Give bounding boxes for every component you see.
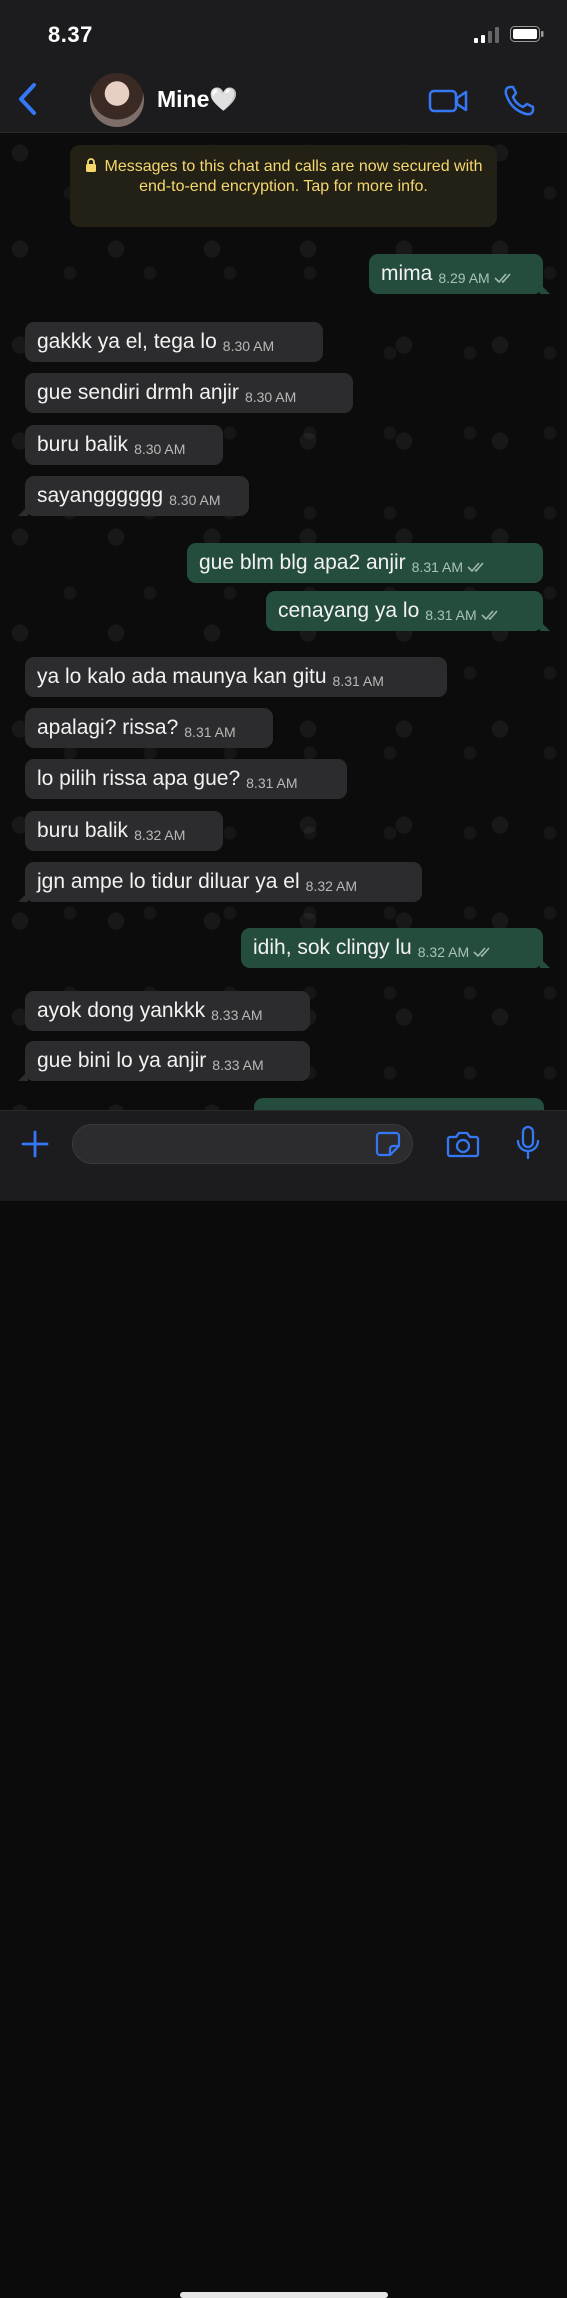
message-bubble-partial[interactable] bbox=[254, 1098, 544, 1110]
message-input[interactable] bbox=[72, 1124, 413, 1164]
message-time: 8.32 AM bbox=[417, 944, 470, 960]
message-text: idih, sok clingy lu bbox=[253, 936, 412, 959]
message-bubble-outgoing[interactable]: cenayang ya lo 8.31 AM bbox=[266, 591, 550, 631]
message-text: cenayang ya lo bbox=[278, 599, 420, 622]
microphone-icon[interactable] bbox=[515, 1125, 541, 1161]
message-time: 8.31 AM bbox=[425, 607, 477, 623]
message-bubble-outgoing[interactable]: mima 8.29 AM bbox=[369, 254, 550, 294]
message-bubble-incoming[interactable]: lo pilih rissa apa gue? 8.31 AM bbox=[25, 759, 347, 799]
home-indicator bbox=[180, 2292, 388, 2298]
video-call-icon[interactable] bbox=[428, 88, 468, 114]
status-time: 8.37 bbox=[48, 22, 93, 47]
message-time: 8.30 AM bbox=[244, 389, 297, 405]
chat-header: Mine🤍 bbox=[0, 68, 567, 133]
message-time: 8.31 AM bbox=[184, 724, 236, 740]
message-bubble-incoming[interactable]: ayok dong yankkk 8.33 AM bbox=[25, 991, 310, 1031]
message-time: 8.31 AM bbox=[332, 673, 384, 689]
message-bubble-incoming[interactable]: gue sendiri drmh anjir 8.30 AM bbox=[25, 373, 353, 413]
contact-name[interactable]: Mine🤍 bbox=[157, 86, 238, 113]
message-bubble-incoming[interactable]: jgn ampe lo tidur diluar ya el 8.32 AM bbox=[18, 862, 422, 902]
read-receipt-icon bbox=[494, 273, 511, 284]
sticker-icon[interactable] bbox=[375, 1131, 401, 1157]
read-receipt-icon bbox=[467, 562, 484, 573]
plus-icon[interactable] bbox=[20, 1129, 50, 1159]
message-bubble-incoming[interactable]: ya lo kalo ada maunya kan gitu 8.31 AM bbox=[25, 657, 447, 697]
status-bar: 8.37 bbox=[0, 0, 567, 68]
message-time: 8.31 AM bbox=[411, 559, 464, 575]
back-chevron-icon[interactable] bbox=[16, 82, 40, 116]
message-time: 8.31 AM bbox=[246, 775, 298, 791]
message-bubble-incoming[interactable]: apalagi? rissa? 8.31 AM bbox=[25, 708, 273, 748]
battery-icon bbox=[510, 26, 544, 42]
message-bubble-incoming[interactable]: buru balik 8.32 AM bbox=[25, 811, 223, 851]
message-text: jgn ampe lo tidur diluar ya el bbox=[37, 870, 300, 893]
phone-call-icon[interactable] bbox=[502, 84, 536, 118]
message-time: 8.30 AM bbox=[134, 441, 186, 457]
message-bubble-incoming[interactable]: sayangggggg 8.30 AM bbox=[18, 476, 249, 516]
message-text: buru balik bbox=[37, 433, 129, 456]
message-text: ayok dong yankkk bbox=[37, 999, 206, 1022]
read-receipt-icon bbox=[481, 610, 498, 621]
message-time: 8.32 AM bbox=[134, 827, 186, 843]
signal-icon bbox=[474, 27, 499, 43]
message-text: gue sendiri drmh anjir bbox=[37, 381, 239, 404]
message-bubble-incoming[interactable]: gakkk ya el, tega lo 8.30 AM bbox=[25, 322, 323, 362]
message-text: buru balik bbox=[37, 819, 129, 842]
message-text: gakkk ya el, tega lo bbox=[37, 330, 217, 353]
message-text: gue bini lo ya anjir bbox=[37, 1049, 207, 1072]
message-text: lo pilih rissa apa gue? bbox=[37, 767, 241, 790]
message-bubble-incoming[interactable]: buru balik 8.30 AM bbox=[25, 425, 223, 465]
message-bubble-incoming[interactable]: gue bini lo ya anjir 8.33 AM bbox=[18, 1041, 310, 1081]
message-time: 8.30 AM bbox=[169, 492, 221, 508]
message-time: 8.29 AM bbox=[438, 270, 490, 286]
message-time: 8.33 AM bbox=[212, 1057, 264, 1073]
message-time: 8.33 AM bbox=[211, 1007, 263, 1023]
message-bubble-outgoing[interactable]: gue blm blg apa2 anjir 8.31 AM bbox=[187, 543, 543, 583]
message-text: sayangggggg bbox=[37, 484, 164, 507]
chat-area[interactable]: Messages to this chat and calls are now … bbox=[0, 133, 567, 1110]
message-text: ya lo kalo ada maunya kan gitu bbox=[37, 665, 327, 688]
message-composer bbox=[0, 1110, 567, 2298]
message-text: mima bbox=[381, 262, 433, 285]
read-receipt-icon bbox=[473, 947, 490, 958]
encryption-notice[interactable]: Messages to this chat and calls are now … bbox=[70, 145, 497, 227]
camera-icon[interactable] bbox=[446, 1129, 480, 1159]
message-text: apalagi? rissa? bbox=[37, 716, 179, 739]
contact-avatar[interactable] bbox=[90, 73, 144, 127]
message-text: gue blm blg apa2 anjir bbox=[199, 551, 406, 574]
lock-icon bbox=[85, 158, 96, 172]
message-time: 8.32 AM bbox=[305, 878, 358, 894]
encryption-notice-text: Messages to this chat and calls are now … bbox=[104, 158, 483, 195]
message-time: 8.30 AM bbox=[222, 338, 275, 354]
message-bubble-outgoing[interactable]: idih, sok clingy lu 8.32 AM bbox=[241, 928, 550, 968]
